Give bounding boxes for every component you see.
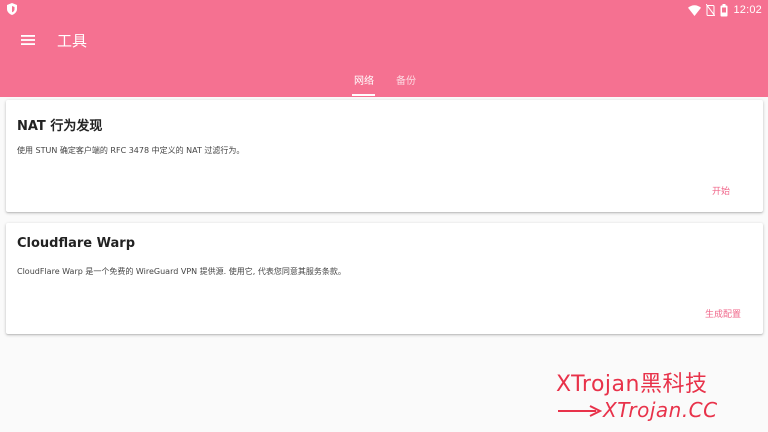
status-time: 12:02	[733, 4, 762, 16]
arrow-right-icon	[558, 405, 602, 417]
tab-bar: 网络 备份	[0, 64, 768, 97]
menu-icon[interactable]	[18, 30, 38, 50]
tab-indicator	[352, 94, 375, 96]
card-title: Cloudflare Warp	[17, 236, 136, 251]
status-bar: 12:02	[0, 0, 768, 20]
card-title: NAT 行为发现	[17, 119, 103, 134]
generate-config-button[interactable]: 生成配置	[705, 307, 741, 320]
app-bar: 12:02 工具 网络 备份	[0, 0, 768, 97]
shield-icon	[7, 3, 17, 15]
cloudflare-warp-card: Cloudflare Warp CloudFlare Warp 是一个免费的 W…	[6, 223, 763, 334]
nat-discovery-card: NAT 行为发现 使用 STUN 确定客户端的 RFC 3478 中定义的 NA…	[6, 100, 763, 212]
status-icons: 12:02	[688, 2, 762, 18]
wifi-icon	[688, 4, 702, 16]
watermark-line1: XTrojan黑科技	[556, 372, 708, 397]
card-description: CloudFlare Warp 是一个免费的 WireGuard VPN 提供源…	[17, 267, 346, 276]
tab-network[interactable]: 网络	[354, 72, 374, 87]
page-title: 工具	[57, 32, 88, 50]
watermark-line2: XTrojan.CC	[603, 398, 718, 422]
start-button[interactable]: 开始	[712, 184, 730, 197]
tab-backup[interactable]: 备份	[396, 72, 416, 87]
toolbar: 工具	[0, 24, 768, 56]
card-description: 使用 STUN 确定客户端的 RFC 3478 中定义的 NAT 过滤行为。	[17, 146, 245, 155]
battery-saver-icon	[706, 4, 716, 16]
app-screen: 12:02 工具 网络 备份 NAT 行为发现 使用 STUN 确定客户端的 R…	[0, 0, 768, 432]
battery-icon	[720, 3, 728, 16]
